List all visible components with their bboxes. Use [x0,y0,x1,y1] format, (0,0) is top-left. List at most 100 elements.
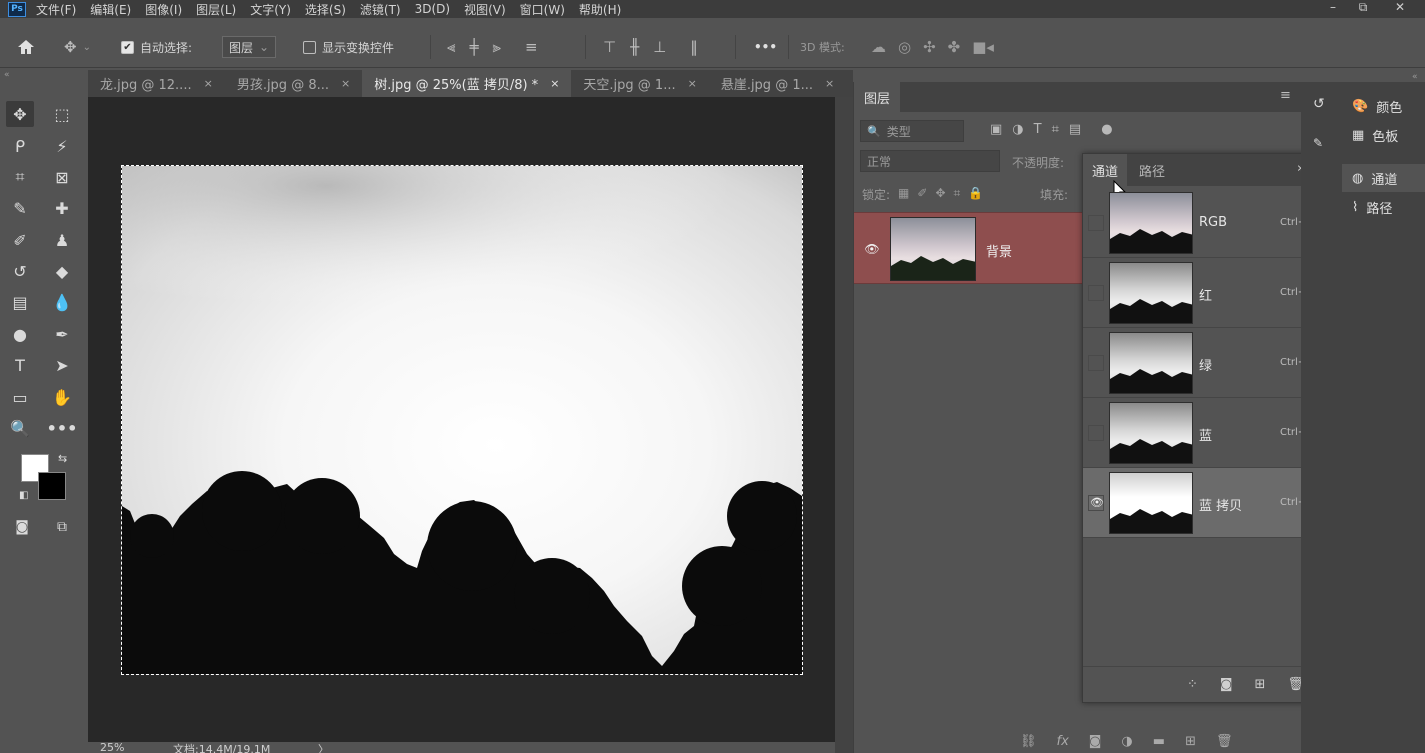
minimize-button[interactable]: – [1318,0,1348,16]
channel-visibility-toggle[interactable] [1088,215,1104,231]
close-icon[interactable]: × [204,77,213,90]
history-brush-tool-icon[interactable]: ↺ [6,258,34,284]
home-button[interactable] [16,26,36,68]
lock-image-icon[interactable]: ✐ [917,186,927,203]
brush-tool-icon[interactable]: ✐ [6,227,34,253]
dock-item-swatches[interactable]: ▦ 色板 [1342,121,1425,149]
layer-style-icon[interactable]: fx [1057,734,1069,749]
zoom-tool-icon[interactable]: 🔍 [6,415,34,441]
close-icon[interactable]: × [825,77,834,90]
doc-tab-active[interactable]: 树.jpg @ 25%(蓝 拷贝/8) * × [362,70,572,97]
new-layer-icon[interactable]: ⊞ [1185,734,1196,749]
3d-slide-icon[interactable]: ✤ [948,38,961,56]
menu-view[interactable]: 视图(V) [464,1,506,18]
menu-filter[interactable]: 滤镜(T) [360,1,401,18]
doc-tab[interactable]: 龙.jpg @ 12.... × [88,70,225,97]
menu-3d[interactable]: 3D(D) [415,2,450,16]
visibility-eye-icon[interactable]: 👁 [1090,496,1104,509]
channel-row[interactable]: RGB Ctrl+2 [1083,188,1326,258]
doc-tab[interactable]: 男孩.jpg @ 8... × [225,70,362,97]
blend-mode-dropdown[interactable]: 正常 [860,150,1000,172]
healing-brush-tool-icon[interactable]: ✚ [48,195,76,221]
align-top-icon[interactable]: ⊤ [603,38,616,56]
adjustment-layer-icon[interactable]: ◑ [1121,734,1132,749]
delete-layer-icon[interactable]: 🗑 [1216,734,1233,749]
new-channel-icon[interactable]: ⊞ [1255,677,1266,692]
menu-help[interactable]: 帮助(H) [579,1,621,18]
tab-paths[interactable]: 路径 [1129,154,1175,186]
dock-item-color[interactable]: 🎨 颜色 [1342,92,1425,120]
dock-item-paths[interactable]: ⌇ 路径 [1342,193,1425,221]
distribute-vertical-icon[interactable]: ‖ [690,38,698,56]
channel-visibility-toggle[interactable] [1088,425,1104,441]
lasso-tool-icon[interactable]: ᑭ [6,133,34,159]
align-left-icon[interactable]: ⫷ [447,38,455,56]
move-tool-preset[interactable]: ✥ ⌄ [64,26,91,68]
filter-adjustment-icon[interactable]: ◑ [1012,122,1023,137]
collapse-tools-icon[interactable]: « [4,70,10,80]
auto-select-checkbox[interactable]: ✔ 自动选择: [121,26,192,68]
menu-layer[interactable]: 图层(L) [196,1,236,18]
show-transform-checkbox[interactable]: 显示变换控件 [303,26,394,68]
close-icon[interactable]: × [550,77,559,90]
history-panel-icon[interactable]: ↺ [1313,96,1325,112]
lock-position-icon[interactable]: ✥ [935,186,945,203]
eyedropper-tool-icon[interactable]: ✎ [6,195,34,221]
quick-mask-icon[interactable]: ◙ [8,514,36,540]
lock-artboard-icon[interactable]: ⌗ [954,186,961,203]
filter-type-icon[interactable]: T [1034,122,1042,137]
gradient-tool-icon[interactable]: ▤ [6,289,34,315]
layer-filter-field[interactable]: 🔍 类型 [860,120,964,142]
menu-select[interactable]: 选择(S) [305,1,346,18]
menu-type[interactable]: 文字(Y) [250,1,291,18]
clone-stamp-tool-icon[interactable]: ♟ [48,227,76,253]
align-hcenter-icon[interactable]: ╪ [469,38,478,56]
auto-select-target-dropdown[interactable]: 图层 ⌄ [222,36,277,58]
channel-row[interactable]: 红 Ctrl+3 [1083,258,1326,328]
more-options-button[interactable]: ••• [754,26,777,68]
type-tool-icon[interactable]: T [6,352,34,378]
channel-row[interactable]: 蓝 Ctrl+5 [1083,398,1326,468]
channel-visibility-toggle[interactable] [1088,355,1104,371]
align-bottom-icon[interactable]: ⊥ [653,38,666,56]
visibility-eye-icon[interactable]: 👁 [864,242,880,256]
blur-tool-icon[interactable]: 💧 [48,289,76,315]
frame-tool-icon[interactable]: ⊠ [48,164,76,190]
lock-transparent-icon[interactable]: ▦ [898,186,909,203]
path-selection-tool-icon[interactable]: ➤ [48,352,76,378]
close-window-button[interactable]: ✕ [1385,0,1415,16]
3d-roll-icon[interactable]: ◎ [898,38,911,56]
3d-camera-icon[interactable]: ■◂ [972,38,994,56]
doc-tab[interactable]: 天空.jpg @ 1... × [571,70,708,97]
align-right-icon[interactable]: ⫸ [493,38,501,56]
3d-pan-icon[interactable]: ✣ [923,38,936,56]
hand-tool-icon[interactable]: ✋ [48,384,76,410]
3d-orbit-icon[interactable]: ☁ [871,38,886,56]
dodge-tool-icon[interactable]: ● [6,321,34,347]
filter-smart-object-icon[interactable]: ▤ [1069,122,1081,137]
status-arrow-icon[interactable]: 〉 [318,741,329,753]
filter-pixel-icon[interactable]: ▣ [990,122,1002,137]
filter-shape-icon[interactable]: ⌗ [1052,122,1059,137]
menu-image[interactable]: 图像(I) [145,1,182,18]
default-colors-icon[interactable]: ◧ [19,490,28,501]
channel-row[interactable]: 👁 蓝 拷贝 Ctrl+6 [1083,468,1326,538]
menu-edit[interactable]: 编辑(E) [90,1,131,18]
doc-tab[interactable]: 悬崖.jpg @ 1... × [709,70,846,97]
zoom-level[interactable]: 25% [100,741,124,753]
rectangle-tool-icon[interactable]: ▭ [6,384,34,410]
restore-button[interactable]: ⧉ [1348,0,1378,16]
edit-toolbar-icon[interactable]: ••• [47,415,78,441]
tab-layers[interactable]: 图层 [854,82,901,112]
properties-panel-icon[interactable]: ✎ [1313,136,1323,150]
background-color-swatch[interactable] [38,472,66,500]
screen-mode-icon[interactable]: ⧉ [48,514,76,540]
pen-tool-icon[interactable]: ✒ [48,321,76,347]
close-icon[interactable]: × [341,77,350,90]
dock-item-channels[interactable]: ◍ 通道 [1342,164,1425,192]
marquee-tool-icon[interactable]: ⬚ [48,101,76,127]
move-tool-icon[interactable]: ✥ [6,101,34,127]
channel-row[interactable]: 绿 Ctrl+4 [1083,328,1326,398]
magic-wand-tool-icon[interactable]: ⚡ [48,133,76,159]
swap-colors-icon[interactable]: ⇆ [58,452,67,465]
